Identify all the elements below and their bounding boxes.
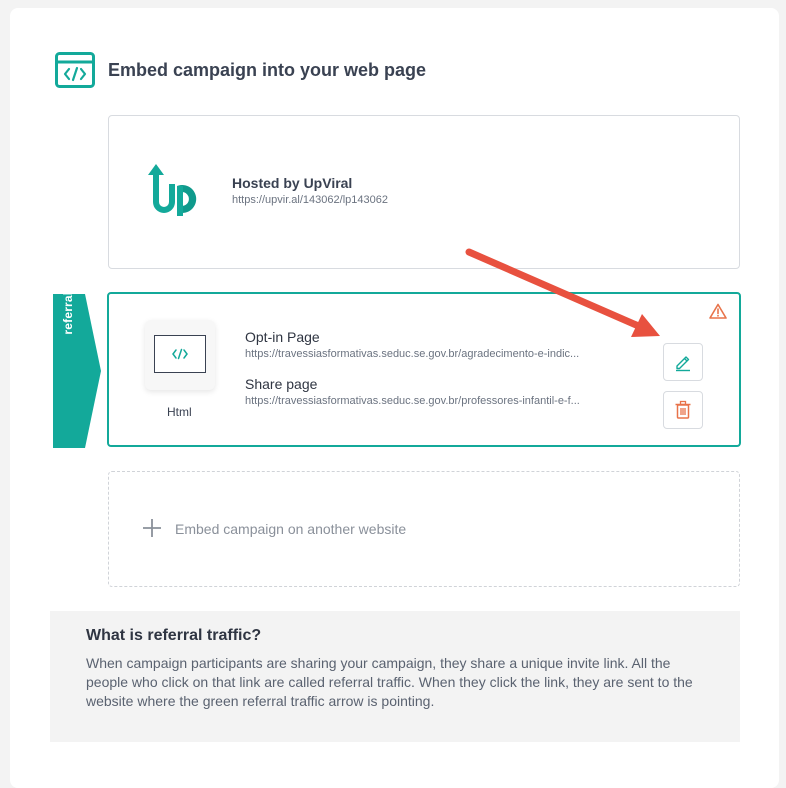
optin-page-url: https://travessiasformativas.seduc.se.go… <box>245 348 580 360</box>
html-type-label: Html <box>167 405 192 419</box>
hosted-url: https://upvir.al/143062/lp143062 <box>232 194 388 206</box>
share-page-title: Share page <box>245 376 318 392</box>
warning-icon[interactable] <box>709 303 727 319</box>
code-icon <box>172 348 188 360</box>
info-title: What is referral traffic? <box>86 627 262 644</box>
referral-traffic-label: referral traffic <box>61 253 75 335</box>
info-text: When campaign participants are sharing y… <box>86 655 693 709</box>
page-title: Embed campaign into your web page <box>108 60 427 80</box>
embed-code-icon <box>55 52 95 88</box>
html-embed-card: Html Opt-in Page https://travessiasforma… <box>107 292 741 447</box>
add-embed-button[interactable]: Embed campaign on another website <box>108 471 740 587</box>
edit-button[interactable] <box>663 343 703 381</box>
pencil-icon <box>676 356 690 372</box>
hosted-card[interactable]: Hosted by UpViral https://upvir.al/14306… <box>108 115 740 269</box>
trash-icon <box>675 400 691 419</box>
upviral-logo <box>148 164 197 216</box>
plus-icon <box>143 519 161 537</box>
share-page-url: https://travessiasformativas.seduc.se.go… <box>245 395 580 407</box>
referral-info-box: What is referral traffic? When campaign … <box>50 611 740 742</box>
html-tile <box>145 320 215 390</box>
hosted-title: Hosted by UpViral <box>232 175 353 191</box>
add-embed-label: Embed campaign on another website <box>175 521 407 537</box>
delete-button[interactable] <box>663 391 703 429</box>
optin-page-title: Opt-in Page <box>245 329 320 345</box>
